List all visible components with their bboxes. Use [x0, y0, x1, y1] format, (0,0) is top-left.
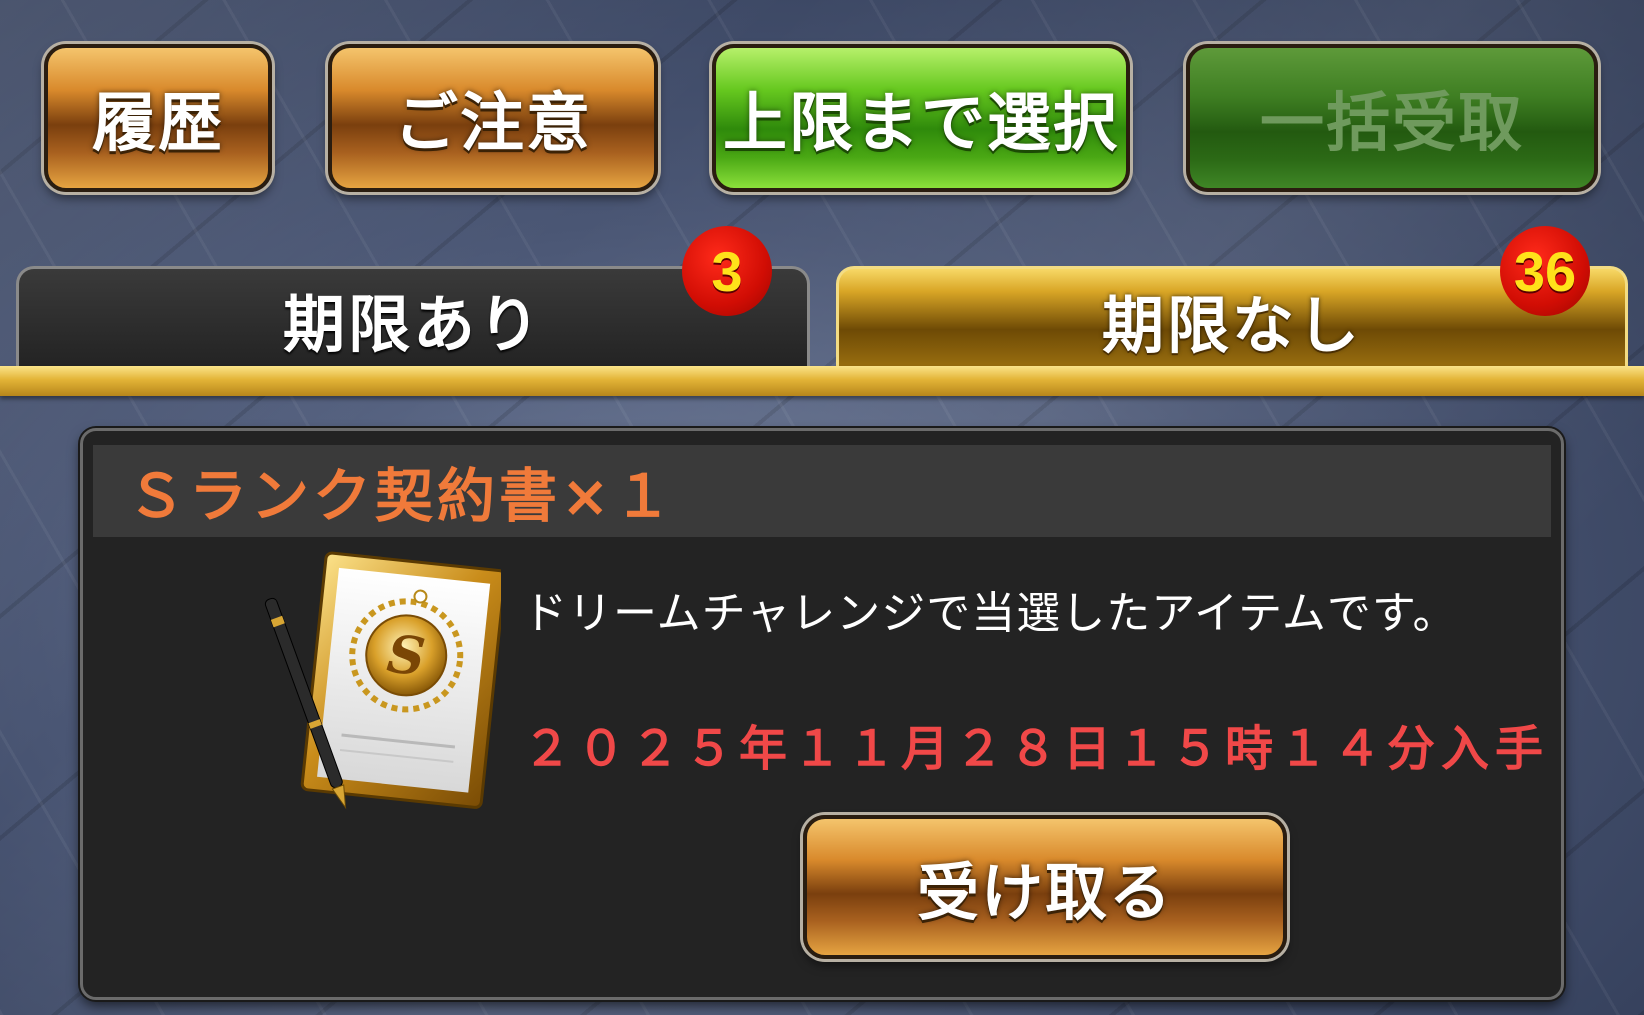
- acquired-date: ２０２５年１１月２８日１５時１４分入手: [523, 721, 1550, 777]
- receive-button[interactable]: 受け取る: [803, 815, 1287, 959]
- tab-underline: [0, 366, 1644, 396]
- tab-label: 期限あり: [282, 287, 543, 361]
- item-title: Ｓランク契約書×１: [93, 445, 1551, 537]
- item-card: Ｓランク契約書×１ S ドリームチャレンジで当選したアイテムです。 ２０２５年１…: [80, 428, 1564, 1000]
- select-to-limit-button[interactable]: 上限まで選択: [712, 44, 1130, 192]
- tab-label: 期限なし: [1101, 288, 1362, 362]
- bulk-receive-button[interactable]: 一括受取: [1186, 44, 1598, 192]
- count-badge: 3: [682, 226, 772, 316]
- s-rank-contract-icon: S: [251, 551, 507, 821]
- item-description: ドリームチャレンジで当選したアイテムです。: [523, 588, 1458, 639]
- svg-text:S: S: [384, 624, 428, 689]
- history-button[interactable]: 履歴: [44, 44, 272, 192]
- caution-button[interactable]: ご注意: [328, 44, 658, 192]
- count-badge: 36: [1500, 226, 1590, 316]
